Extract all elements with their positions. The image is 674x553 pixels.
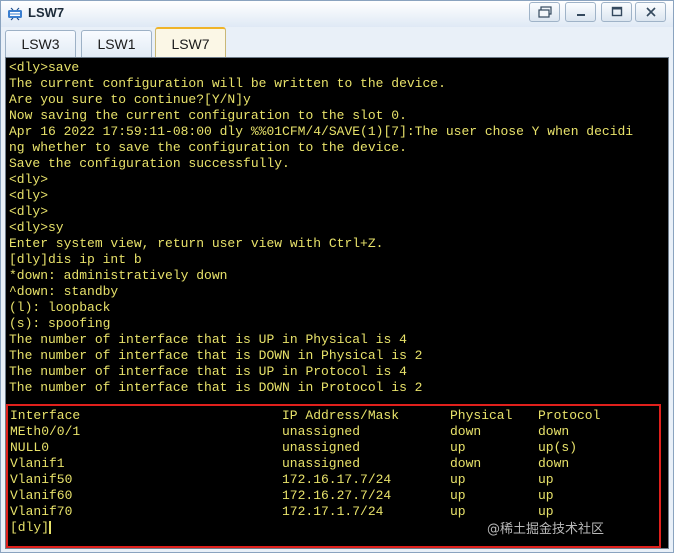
- switch-app-icon: [8, 7, 22, 21]
- table-cell: down: [538, 424, 570, 439]
- table-header-physical: Physical: [450, 408, 513, 423]
- terminal-line: <dly>sy: [9, 220, 64, 235]
- table-cell: unassigned: [282, 424, 361, 439]
- table-cell: up: [450, 488, 466, 503]
- terminal-line: Are you sure to continue?[Y/N]y: [9, 92, 251, 107]
- terminal-line: The number of interface that is UP in Ph…: [9, 332, 407, 347]
- table-cell: up: [538, 488, 554, 503]
- terminal-line: Enter system view, return user view with…: [9, 236, 384, 251]
- terminal-line: The number of interface that is DOWN in …: [9, 380, 423, 395]
- window-title: LSW7: [28, 5, 65, 20]
- table-cell: up: [450, 504, 466, 519]
- close-button[interactable]: [635, 2, 666, 22]
- terminal-line: Now saving the current configuration to …: [9, 108, 407, 123]
- table-header-protocol: Protocol: [538, 408, 601, 423]
- tab-lsw7[interactable]: LSW7: [155, 27, 226, 58]
- terminal-line: (s): spoofing: [9, 316, 111, 331]
- table-cell: up: [538, 472, 554, 487]
- terminal-line: The number of interface that is DOWN in …: [9, 348, 423, 363]
- minimize-icon: [576, 14, 585, 16]
- tab-lsw3[interactable]: LSW3: [5, 30, 76, 57]
- terminal-line: The current configuration will be writte…: [9, 76, 446, 91]
- maximize-button[interactable]: [601, 2, 632, 22]
- restore-icon: [537, 6, 552, 18]
- table-cell: NULL0: [10, 440, 50, 455]
- tab-bar: LSW3 LSW1 LSW7: [1, 27, 673, 58]
- terminal-line: Apr 16 2022 17:59:11-08:00 dly %%01CFM/4…: [9, 124, 634, 139]
- terminal-line: <dly>: [9, 172, 49, 187]
- table-header-ip: IP Address/Mask: [282, 408, 400, 423]
- table-cell: Vlanif1: [10, 456, 65, 471]
- terminal-line: ng whether to save the configuration to …: [9, 140, 407, 155]
- table-cell: 172.17.1.7/24: [282, 504, 384, 519]
- app-window: LSW7 LSW3 LSW1 LSW7 <dly>save The curren…: [0, 0, 674, 553]
- close-icon: [645, 7, 656, 17]
- terminal-line: <dly>: [9, 204, 49, 219]
- table-cell: 172.16.17.7/24: [282, 472, 392, 487]
- terminal-line: Save the configuration successfully.: [9, 156, 290, 171]
- terminal-line: ^down: standby: [9, 284, 119, 299]
- table-cell: 172.16.27.7/24: [282, 488, 392, 503]
- title-bar[interactable]: LSW7: [1, 1, 673, 27]
- table-cell: Vlanif60: [10, 488, 73, 503]
- terminal-line: [dly]dis ip int b: [9, 252, 142, 267]
- table-cell: down: [538, 456, 570, 471]
- text-cursor: [49, 521, 52, 535]
- table-cell: up: [450, 472, 466, 487]
- terminal-line: <dly>save: [9, 60, 80, 75]
- tab-lsw1[interactable]: LSW1: [81, 30, 152, 57]
- restore-button[interactable]: [529, 2, 560, 22]
- terminal-console[interactable]: <dly>save The current configuration will…: [5, 57, 669, 549]
- table-cell: down: [450, 456, 482, 471]
- table-cell: up: [450, 440, 466, 455]
- table-header-interface: Interface: [10, 408, 81, 423]
- table-cell: Vlanif70: [10, 504, 73, 519]
- minimize-button[interactable]: [565, 2, 596, 22]
- terminal-line: <dly>: [9, 188, 49, 203]
- table-cell: down: [450, 424, 482, 439]
- watermark-text: @稀土掘金技术社区: [487, 522, 605, 537]
- table-cell: unassigned: [282, 440, 361, 455]
- terminal-line: The number of interface that is UP in Pr…: [9, 364, 407, 379]
- command-prompt[interactable]: [dly]: [10, 520, 52, 536]
- table-cell: MEth0/0/1: [10, 424, 81, 439]
- terminal-line: *down: administratively down: [9, 268, 228, 283]
- prompt-text: [dly]: [10, 520, 50, 535]
- table-cell: up(s): [538, 440, 578, 455]
- table-cell: Vlanif50: [10, 472, 73, 487]
- table-cell: unassigned: [282, 456, 361, 471]
- maximize-icon: [611, 6, 622, 17]
- terminal-line: (l): loopback: [9, 300, 111, 315]
